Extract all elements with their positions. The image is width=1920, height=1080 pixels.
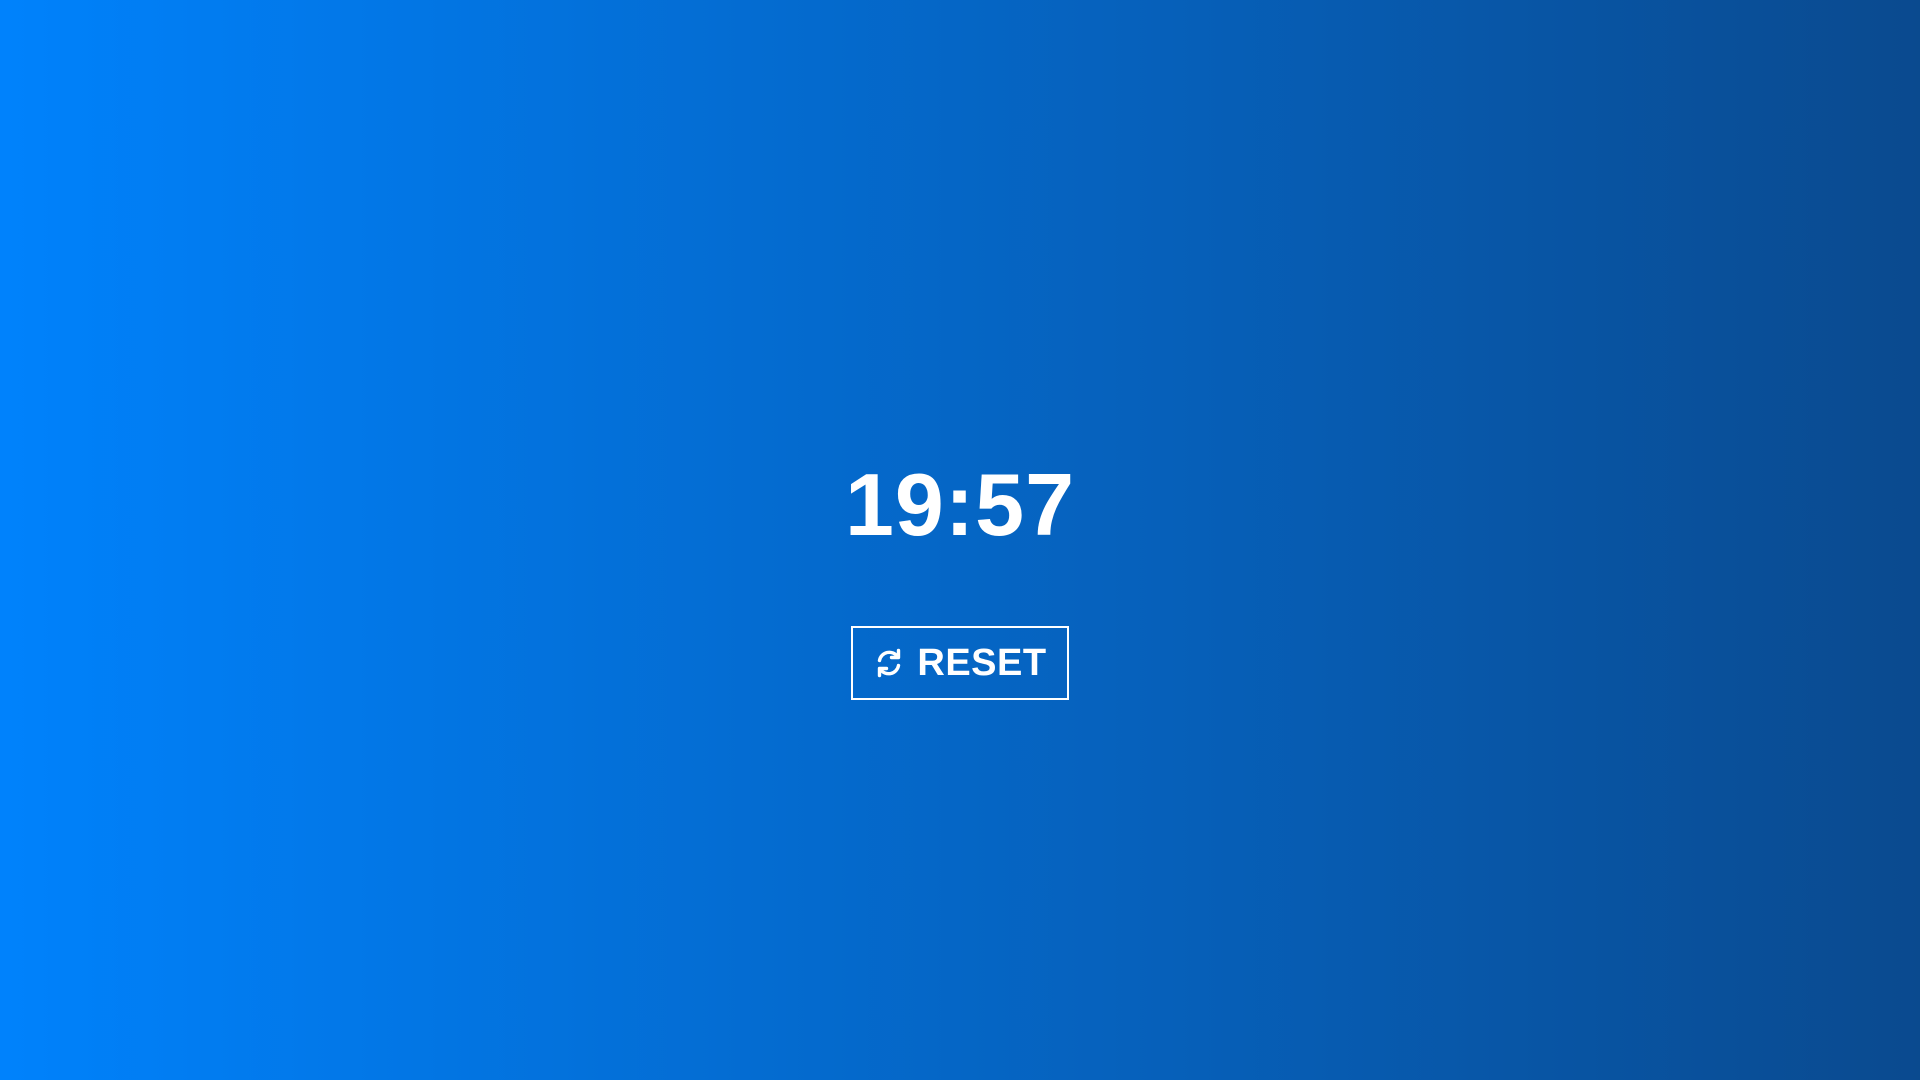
timer-display: 19:57 <box>844 455 1076 554</box>
refresh-icon <box>873 647 905 679</box>
reset-button[interactable]: RESET <box>851 626 1069 700</box>
reset-button-label: RESET <box>917 642 1047 684</box>
